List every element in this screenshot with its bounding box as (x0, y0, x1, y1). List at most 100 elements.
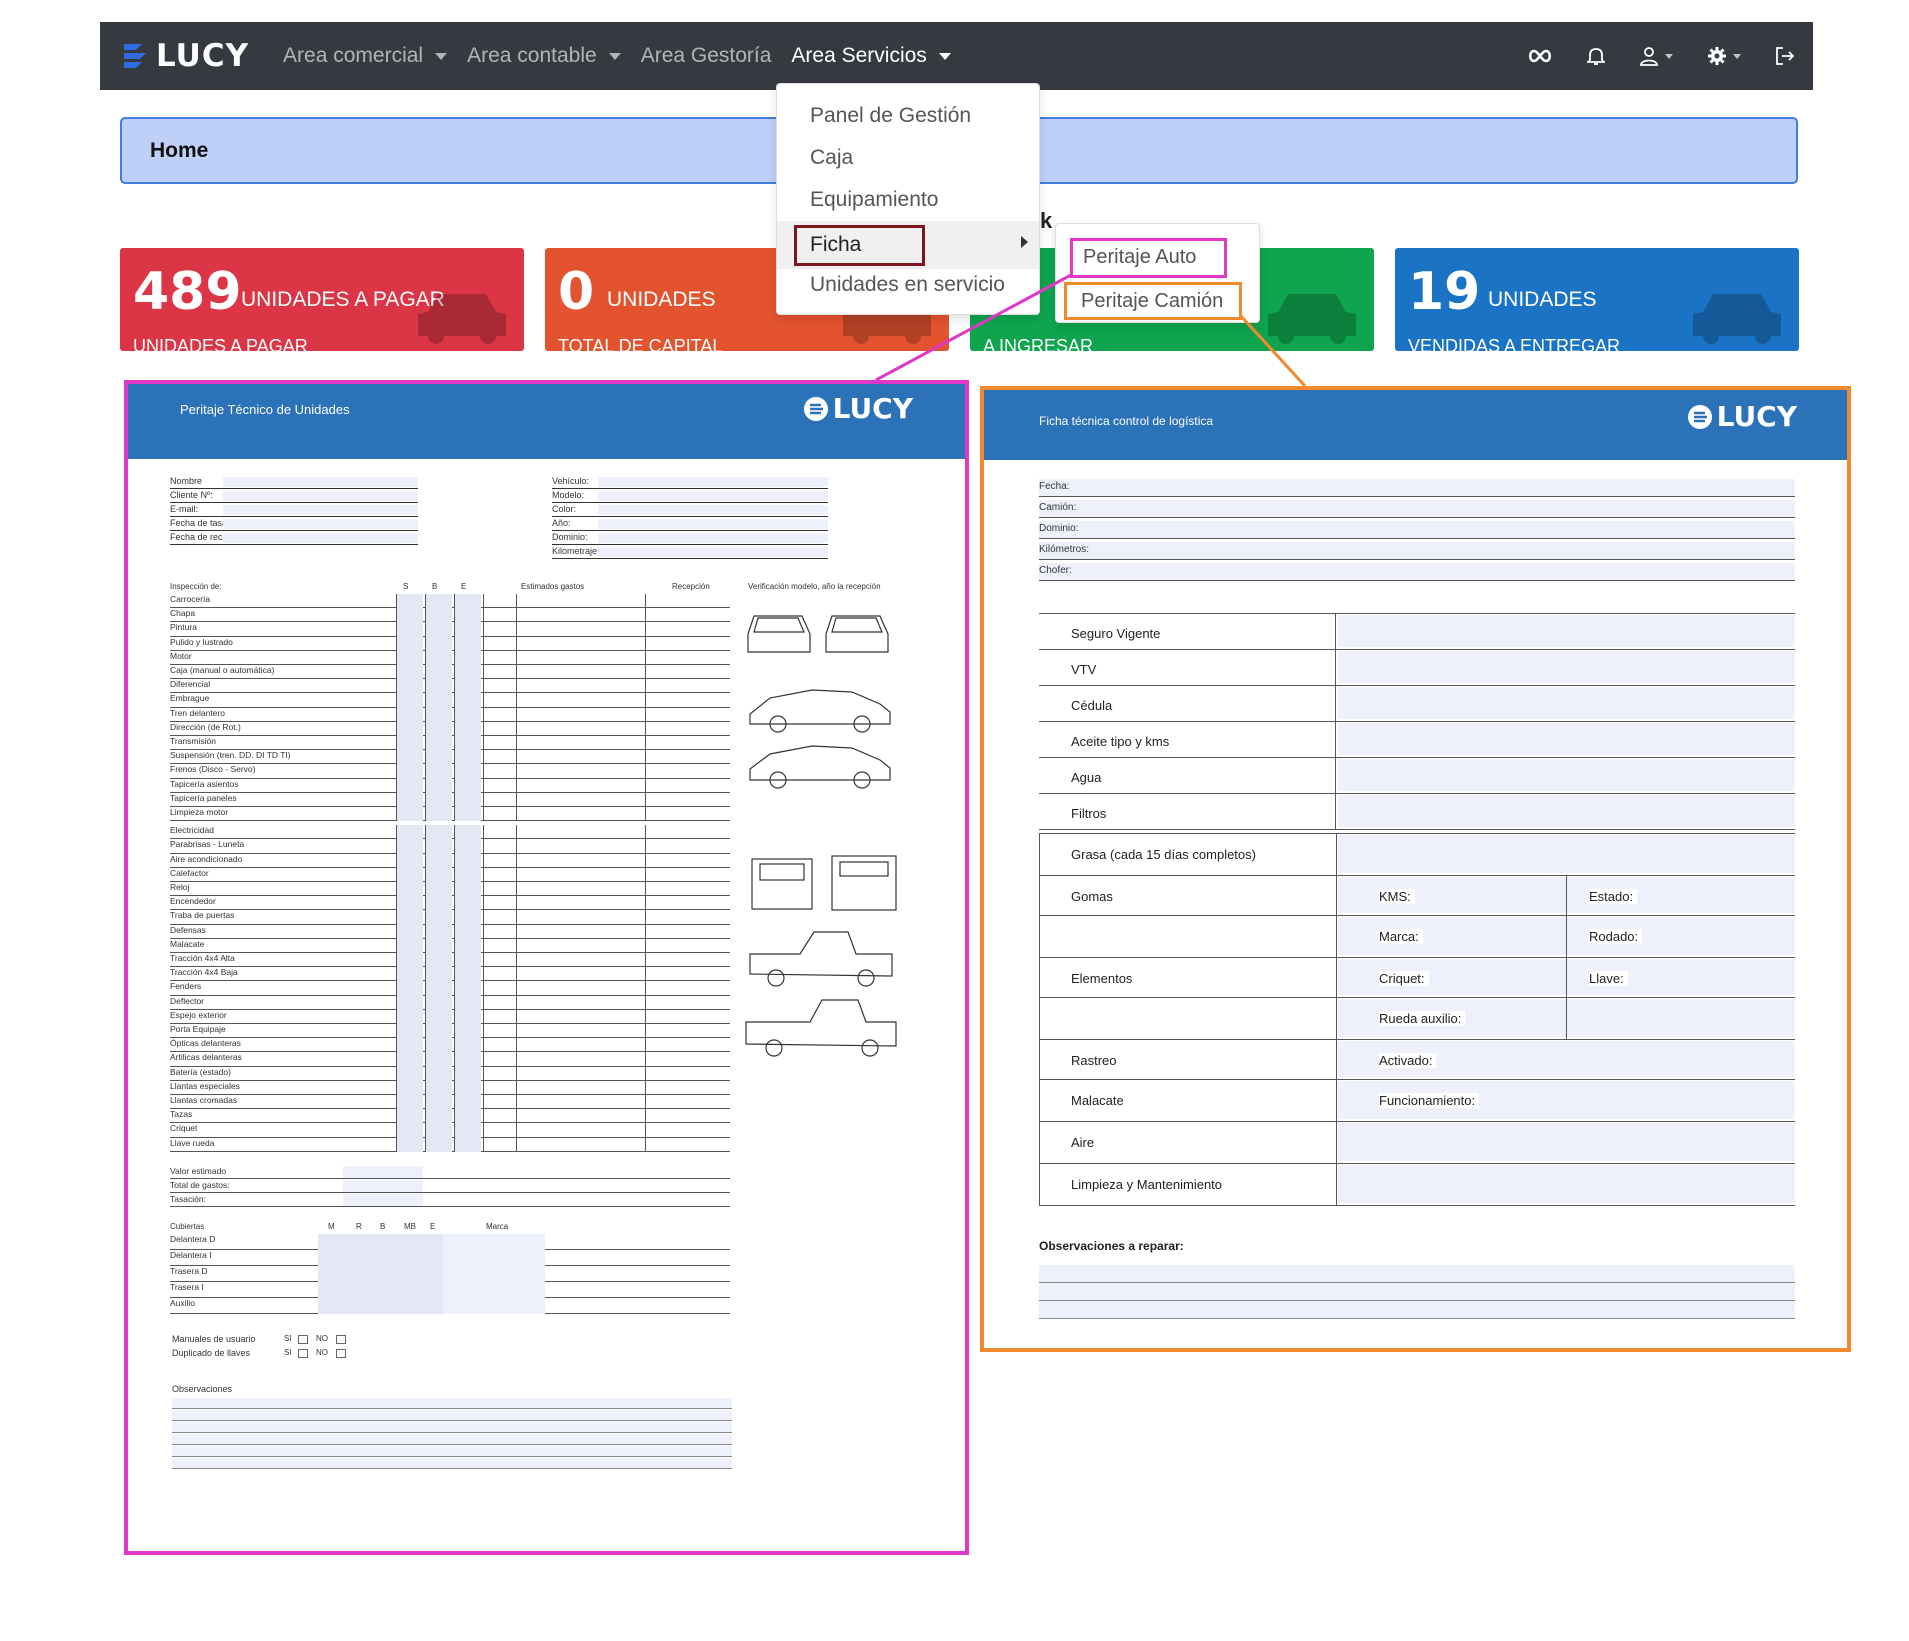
camion-row-line (1039, 757, 1795, 758)
peritaje-auto-document: Peritaje Técnico de Unidades LUCY Nombre… (124, 380, 969, 1555)
inspection-item-label: Defensas (170, 924, 206, 935)
inspection-header-cell: E (461, 582, 467, 591)
camion-row2-line (1039, 997, 1795, 998)
camion-field-label: Chofer: (1039, 565, 1072, 576)
tires-check-area (318, 1233, 443, 1314)
inspection-item-label: Fenders (170, 981, 202, 992)
extra-si-checkbox (298, 1348, 308, 1358)
camion-field-label: Fecha: (1039, 481, 1070, 492)
vehicle-diagrams (745, 615, 897, 1057)
field-underline (170, 516, 418, 517)
tire-label: Delantera D (170, 1233, 216, 1244)
inspection-header-cell: Verificación modelo, año la recepción (748, 582, 881, 591)
tire-label: Auxilio (170, 1297, 196, 1308)
camion-column-divider (1335, 613, 1336, 829)
camion-row-shade (1338, 723, 1795, 755)
connector-auto-line (875, 273, 1072, 382)
field-shade (223, 477, 418, 487)
inspection-check-column (454, 594, 481, 822)
observations-shade (172, 1409, 732, 1420)
inspection-column-divider (645, 594, 646, 822)
observations-shade (172, 1445, 732, 1456)
tire-label: Trasera D (170, 1265, 208, 1276)
inspection-item-label: Suspensión (tren. DD. DI TD TI) (170, 750, 291, 761)
camion-field-line (1039, 517, 1795, 518)
tires-header-cell: E (430, 1221, 436, 1231)
field-underline (552, 488, 828, 489)
inspection-item-label: Espejo exterior (170, 1009, 227, 1020)
tires-header-cell: R (356, 1221, 362, 1231)
client-field-label: Nombre (170, 476, 203, 486)
camion-row-shade (1338, 687, 1795, 719)
vehicle-field-label: Vehículo: (552, 476, 590, 486)
camion-row2-label: Aire (1071, 1135, 1095, 1150)
camion-subcolumn-divider (1566, 875, 1567, 1039)
camion-observaciones-shade (1039, 1301, 1795, 1318)
inspection-column-divider (396, 594, 397, 822)
doc-camion-logo-text: LUCY (1716, 400, 1797, 433)
extra-si-checkbox (298, 1334, 308, 1344)
observations-line (172, 1455, 732, 1457)
camion-row2-label: Malacate (1071, 1093, 1124, 1108)
client-field-label: E-mail: (170, 504, 199, 514)
field-shade (598, 477, 828, 487)
tire-label: Delantera I (170, 1249, 212, 1260)
camion-observaciones-shade (1039, 1265, 1795, 1282)
extra-no-label: NO (316, 1333, 328, 1343)
camion-row-label: Filtros (1071, 806, 1107, 821)
sedan-side-icon (749, 689, 891, 789)
camion-row-label: VTV (1071, 662, 1097, 677)
inspection-item-label: Traba de puertas (170, 910, 235, 921)
field-underline (552, 516, 828, 517)
field-shade (223, 519, 418, 529)
peritaje-camion-document: Ficha técnica control de logística LUCY … (980, 386, 1851, 1352)
field-underline (170, 544, 418, 545)
inspection-item-label: Criquet (170, 1123, 198, 1134)
inspection-item-label: Pintura (170, 622, 197, 633)
field-shade (223, 491, 418, 501)
camion-column-divider (1336, 833, 1337, 1205)
inspection-item-label: Transmisión (170, 736, 216, 746)
inspection-item-label: Porta Equipaje (170, 1024, 226, 1034)
tire-label: Trasera I (170, 1281, 204, 1292)
inspection-item-label: Tazas (170, 1109, 193, 1120)
camion-field-label: Camión: (1039, 502, 1077, 513)
camion-row-shade (1338, 795, 1795, 827)
camion-field-shade (1039, 563, 1795, 580)
camion-field-shade (1039, 542, 1795, 559)
sedan-front-icon (747, 615, 889, 653)
extra-label: Duplicado de llaves (172, 1347, 251, 1358)
camion-field-label: Dominio: (1039, 523, 1079, 534)
doc-camion-logo: LUCY (1687, 400, 1797, 433)
summary-line (170, 1191, 730, 1193)
camion-row2-label: Gomas (1071, 889, 1113, 904)
field-shade (598, 547, 828, 557)
field-underline (552, 530, 828, 531)
camion-row-label: Agua (1071, 770, 1102, 785)
camion-field-line (1039, 559, 1795, 560)
inspection-item-label: Parabrisas - Luneta (170, 839, 245, 850)
camion-row2-line (1039, 1079, 1795, 1080)
pickup-front-icon (751, 855, 897, 911)
inspection-item-label: Electricidad (170, 825, 214, 836)
inspection-check-column (454, 825, 481, 1152)
camion-row-line (1039, 649, 1795, 650)
camion-field-shade (1039, 479, 1795, 496)
camion-row2-line (1039, 1121, 1795, 1122)
inspection-item-label: Llantas cromadas (170, 1095, 238, 1105)
field-shade (598, 491, 828, 501)
client-field-label: Cliente Nº: (170, 490, 213, 500)
field-shade (598, 505, 828, 515)
inspection-check-column (425, 825, 452, 1152)
inspection-item-label: Reloj (170, 882, 190, 892)
camion-row-line (1039, 793, 1795, 794)
field-shade (223, 533, 418, 543)
camion-table-top-line (1039, 613, 1795, 614)
observations-shade (172, 1457, 732, 1468)
field-underline (552, 558, 828, 559)
camion-field-line (1039, 538, 1795, 539)
extra-si-label: SI (284, 1347, 292, 1357)
inspection-item-label: Encendedor (170, 896, 216, 907)
observations-shade (172, 1421, 732, 1432)
inspection-item-label: Llantas especiales (170, 1080, 240, 1091)
